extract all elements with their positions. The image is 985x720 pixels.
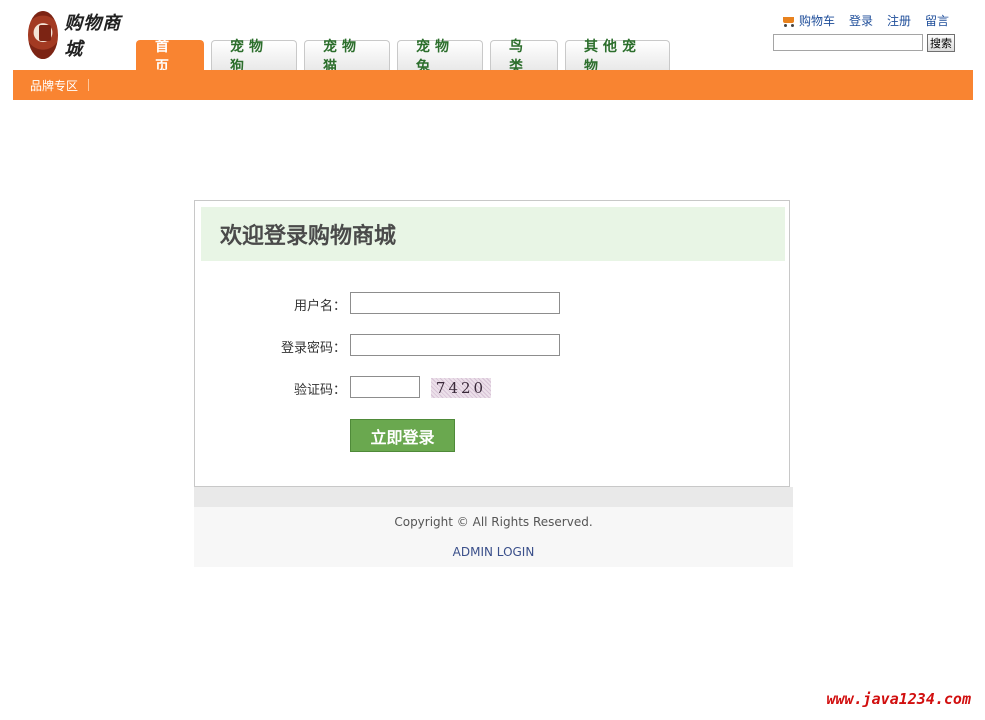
register-link[interactable]: 注册 xyxy=(887,12,911,29)
logo-seal-icon xyxy=(28,11,59,59)
captcha-image[interactable]: 7420 xyxy=(431,378,491,398)
admin-login-link[interactable]: ADMIN LOGIN xyxy=(194,545,793,559)
top-links: 购物车 登录 注册 留言 xyxy=(781,12,949,29)
watermark-text: www.java1234.com xyxy=(826,690,972,708)
tab-pet-cats[interactable]: 宠物猫 xyxy=(304,39,390,75)
brand-zone-link[interactable]: 品牌专区 xyxy=(30,77,78,94)
site-logo[interactable]: 购物商城 xyxy=(28,10,132,60)
password-label: 登录密码： xyxy=(280,341,346,356)
tab-home[interactable]: 首页 xyxy=(136,39,204,75)
tab-pet-rabbits[interactable]: 宠物兔 xyxy=(397,39,483,75)
logo-text: 购物商城 xyxy=(64,13,122,60)
login-title: 欢迎登录购物商城 xyxy=(220,224,397,249)
shopping-cart-icon xyxy=(781,15,796,27)
tab-birds[interactable]: 鸟类 xyxy=(490,39,558,75)
captcha-label: 验证码： xyxy=(293,383,346,398)
sub-nav-bar: 品牌专区 xyxy=(13,70,973,100)
search-input[interactable] xyxy=(773,34,923,51)
nav-divider xyxy=(88,79,90,91)
search-button[interactable]: 搜索 xyxy=(927,34,955,52)
username-input[interactable] xyxy=(350,292,560,314)
search-bar: 搜索 xyxy=(773,34,955,52)
username-label: 用户名： xyxy=(293,299,346,314)
login-link[interactable]: 登录 xyxy=(849,12,873,29)
copyright-text: Copyright © All Rights Reserved. xyxy=(394,515,593,529)
footer-divider-band xyxy=(194,487,793,507)
login-title-bar: 欢迎登录购物商城 xyxy=(201,207,785,261)
tab-pet-dogs[interactable]: 宠物狗 xyxy=(211,39,297,75)
message-link[interactable]: 留言 xyxy=(925,12,949,29)
login-submit-button[interactable]: 立即登录 xyxy=(350,419,455,452)
captcha-input[interactable] xyxy=(350,376,420,398)
tab-other-pets[interactable]: 其他宠物 xyxy=(565,39,670,75)
footer: Copyright © All Rights Reserved. ADMIN L… xyxy=(194,507,793,567)
cart-link-group[interactable]: 购物车 xyxy=(781,12,835,29)
login-panel: 欢迎登录购物商城 用户名： 登录密码： 验证码： 7420 立即登录 xyxy=(194,200,790,487)
main-nav-tabs: 首页 宠物狗 宠物猫 宠物兔 鸟类 其他宠物 xyxy=(136,39,677,75)
cart-link[interactable]: 购物车 xyxy=(799,12,835,29)
password-input[interactable] xyxy=(350,334,560,356)
